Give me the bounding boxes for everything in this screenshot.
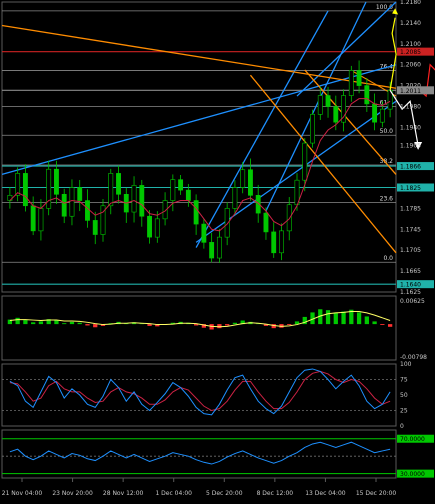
chart-root: 100.076.461.850.038.223.60.01.21801.2140…: [0, 0, 435, 500]
candle-body: [30, 205, 36, 232]
candle-body: [131, 185, 137, 213]
candle-body: [364, 85, 370, 105]
rsi-level-label: 70.0000: [400, 436, 425, 443]
rsi-line: [9, 441, 391, 465]
candle-body: [216, 236, 222, 259]
stoch-axis-tick: 50: [400, 392, 408, 399]
candle-body: [372, 103, 378, 123]
price-axis-tick: 1.2180: [400, 0, 421, 6]
projection-arrow-white: [389, 89, 419, 146]
macd-signal-line: [9, 311, 391, 328]
trend-line-orange-mid: [249, 74, 397, 254]
price-panel-frame: [1, 1, 397, 293]
candle-body: [302, 142, 308, 181]
x-axis-tick-label: 21 Nov 04:00: [2, 490, 43, 497]
candle-body: [201, 223, 207, 243]
candle-body: [139, 185, 145, 217]
macd-axis-tick: -0.00798: [400, 354, 427, 361]
candle-body: [92, 220, 98, 235]
candle-body: [379, 108, 385, 123]
candle-body: [77, 187, 83, 201]
arrow-head-yellow: [392, 8, 399, 15]
price-axis-tick: 1.1745: [400, 226, 421, 233]
price-tag-label: 1.1640: [400, 282, 421, 289]
fib-level-label: 0.0: [383, 255, 393, 262]
price-axis-tick: 1.1665: [400, 268, 421, 275]
candle-body: [15, 173, 21, 196]
candle-body: [185, 189, 191, 201]
candle-body: [85, 200, 90, 221]
price-axis-tick: 1.2060: [400, 62, 421, 69]
price-tag-label: 1.2011: [400, 88, 421, 95]
candle-body: [22, 173, 28, 207]
candle-body: [193, 200, 199, 225]
candle-body: [209, 242, 215, 259]
x-axis-tick-label: 5 Dec 20:00: [206, 490, 243, 497]
candle-body: [147, 215, 152, 238]
candle-body: [348, 70, 354, 96]
stoch-axis-tick: 25: [400, 408, 408, 415]
candle-body: [116, 173, 121, 195]
candle-body: [178, 179, 184, 191]
candle-body: [108, 173, 114, 207]
candle-body: [333, 106, 339, 123]
candle-body: [240, 169, 246, 188]
candle-body: [232, 187, 238, 209]
trading-chart: 100.076.461.850.038.223.60.01.21801.2140…: [1, 0, 435, 497]
stoch-signal-line: [9, 370, 391, 412]
fib-level-label: 50.0: [380, 128, 394, 135]
projection-arrow-yellow: [389, 17, 397, 91]
x-axis-tick-label: 15 Dec 20:00: [356, 490, 397, 497]
price-axis-tick: 1.1980: [400, 104, 421, 111]
trend-line-steep: [195, 10, 329, 248]
price-axis-tick: 1.2140: [400, 20, 421, 27]
price-tag-label: 1.2085: [400, 49, 421, 56]
candle-body: [279, 230, 284, 254]
stoch-axis-tick: 100: [400, 361, 412, 368]
stoch-axis-tick: 75: [400, 377, 408, 384]
candle-body: [69, 187, 75, 217]
price-tag-label: 1.1866: [400, 164, 421, 171]
candle-body: [317, 95, 323, 115]
rsi-panel-frame: [1, 429, 397, 479]
candle-body: [61, 193, 67, 217]
x-axis-tick-label: 8 Dec 12:00: [257, 490, 294, 497]
candle-body: [54, 168, 59, 195]
price-axis-tick: 1.2100: [400, 41, 421, 48]
candle-body: [356, 70, 362, 86]
candle-body: [325, 95, 331, 107]
stoch-axis-tick: 0: [400, 423, 404, 430]
x-axis-tick-label: 28 Nov 12:00: [103, 490, 144, 497]
candle-body: [263, 212, 269, 233]
price-axis-tick: 1.1705: [400, 247, 421, 254]
candle-body: [38, 208, 44, 232]
price-axis-tick: 1.1625: [400, 289, 421, 296]
candle-body: [7, 195, 13, 201]
trend-line-orange-top: [1, 24, 397, 89]
candle-body: [271, 231, 277, 254]
rsi-level-label: 30.0000: [400, 471, 425, 478]
candle-body: [310, 114, 315, 144]
candle-body: [248, 169, 253, 196]
candle-body: [154, 218, 160, 238]
stoch-main-line: [9, 368, 391, 416]
macd-axis-tick: 0.00625: [400, 298, 425, 305]
candle-body: [286, 204, 292, 232]
trend-line-upper: [296, 1, 397, 97]
x-axis-tick-label: 23 Nov 20:00: [52, 490, 93, 497]
fib-level-label: 23.6: [380, 196, 394, 203]
candle-body: [170, 179, 176, 201]
price-axis-tick: 1.1905: [400, 143, 421, 150]
x-axis-tick-label: 13 Dec 04:00: [305, 490, 346, 497]
macd-panel-frame: [1, 295, 397, 361]
price-axis-tick: 1.1940: [400, 124, 421, 131]
price-axis-tick: 1.1785: [400, 205, 421, 212]
price-tag-label: 1.1825: [400, 185, 421, 192]
x-axis-tick-label: 1 Dec 04:00: [155, 490, 192, 497]
stoch-panel-frame: [1, 363, 397, 427]
